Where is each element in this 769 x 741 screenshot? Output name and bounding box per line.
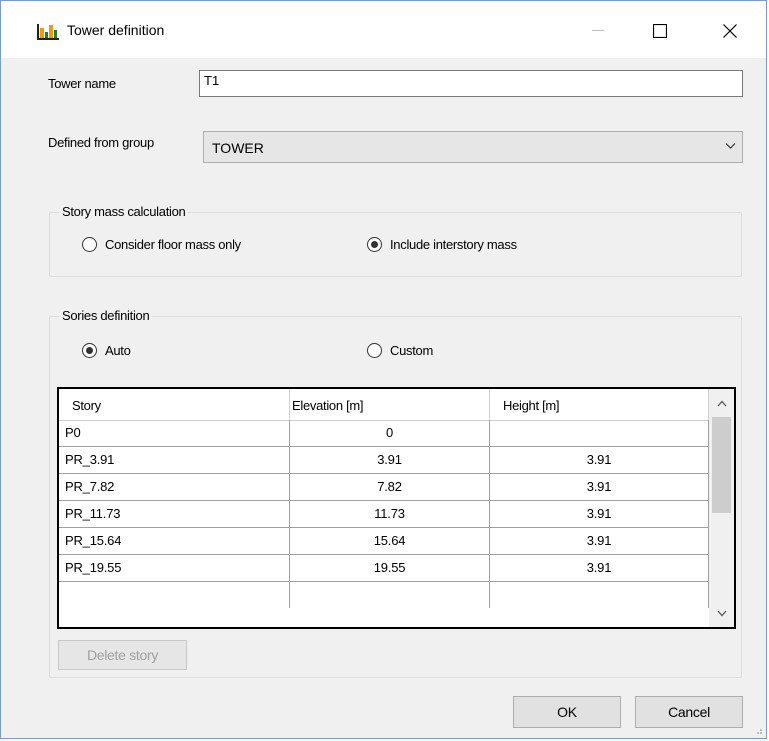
elevation-cell[interactable]: 3.91 bbox=[290, 447, 490, 473]
group-label: Defined from group bbox=[48, 135, 154, 150]
resize-grip-icon[interactable] bbox=[753, 725, 763, 735]
stories-definition-legend: Sories definition bbox=[59, 308, 153, 323]
story-cell[interactable]: P0 bbox=[59, 420, 290, 446]
column-header-height[interactable]: Height [m] bbox=[490, 389, 709, 420]
table-row[interactable]: PR_19.55 19.55 3.91 bbox=[59, 555, 709, 582]
chevron-down-icon bbox=[725, 143, 736, 149]
table-row-partial[interactable] bbox=[59, 582, 709, 608]
story-cell[interactable]: PR_19.55 bbox=[59, 555, 290, 581]
window-title: Tower definition bbox=[67, 22, 165, 38]
elevation-cell[interactable]: 15.64 bbox=[290, 528, 490, 554]
story-cell[interactable]: PR_7.82 bbox=[59, 474, 290, 500]
height-cell[interactable]: 3.91 bbox=[490, 474, 709, 500]
group-select[interactable]: TOWER bbox=[203, 131, 743, 163]
elevation-cell[interactable]: 7.82 bbox=[290, 474, 490, 500]
column-header-story[interactable]: Story bbox=[59, 389, 290, 420]
minimize-icon bbox=[592, 30, 604, 31]
column-header-elevation[interactable]: Elevation [m] bbox=[290, 389, 490, 420]
story-cell[interactable]: PR_15.64 bbox=[59, 528, 290, 554]
close-button[interactable] bbox=[707, 15, 753, 47]
scroll-up-button[interactable] bbox=[709, 389, 734, 417]
elevation-cell[interactable]: 0 bbox=[290, 420, 490, 446]
table-row[interactable]: PR_11.73 11.73 3.91 bbox=[59, 501, 709, 528]
custom-label[interactable]: Custom bbox=[390, 343, 433, 358]
height-cell[interactable]: 3.91 bbox=[490, 528, 709, 554]
minimize-button[interactable] bbox=[575, 15, 621, 47]
auto-radio[interactable] bbox=[82, 343, 97, 358]
scroll-down-button[interactable] bbox=[709, 599, 734, 627]
table-row[interactable]: PR_7.82 7.82 3.91 bbox=[59, 474, 709, 501]
scroll-thumb[interactable] bbox=[712, 417, 731, 513]
height-cell[interactable] bbox=[490, 582, 709, 608]
auto-label[interactable]: Auto bbox=[105, 343, 131, 358]
tower-name-input[interactable]: T1 bbox=[199, 70, 743, 97]
height-cell[interactable]: 3.91 bbox=[490, 501, 709, 527]
height-cell[interactable]: 3.91 bbox=[490, 555, 709, 581]
chevron-up-icon bbox=[717, 400, 726, 406]
table-row[interactable]: P0 0 bbox=[59, 420, 709, 447]
tower-definition-dialog: Tower definition Tower name T1 Defined f… bbox=[0, 0, 767, 739]
tower-chart-icon bbox=[37, 22, 59, 40]
chevron-down-icon bbox=[717, 610, 726, 616]
table-vertical-scrollbar[interactable] bbox=[709, 389, 734, 627]
table-row[interactable]: PR_3.91 3.91 3.91 bbox=[59, 447, 709, 474]
elevation-cell[interactable]: 19.55 bbox=[290, 555, 490, 581]
elevation-cell[interactable]: 11.73 bbox=[290, 501, 490, 527]
close-icon bbox=[723, 24, 737, 38]
tower-name-value: T1 bbox=[204, 73, 220, 88]
include-interstory-mass-radio[interactable] bbox=[367, 237, 382, 252]
story-cell[interactable]: PR_11.73 bbox=[59, 501, 290, 527]
height-cell[interactable] bbox=[490, 420, 709, 446]
story-cell[interactable]: PR_3.91 bbox=[59, 447, 290, 473]
cancel-button[interactable]: Cancel bbox=[635, 696, 743, 728]
table-row[interactable]: PR_15.64 15.64 3.91 bbox=[59, 528, 709, 555]
story-mass-calculation-legend: Story mass calculation bbox=[59, 204, 189, 219]
ok-button[interactable]: OK bbox=[513, 696, 621, 728]
height-cell[interactable]: 3.91 bbox=[490, 447, 709, 473]
custom-radio[interactable] bbox=[367, 343, 382, 358]
consider-floor-mass-radio[interactable] bbox=[82, 237, 97, 252]
radio-selected-dot bbox=[371, 241, 378, 248]
tower-name-label: Tower name bbox=[48, 76, 116, 91]
delete-story-button[interactable]: Delete story bbox=[58, 640, 187, 670]
radio-selected-dot bbox=[86, 347, 93, 354]
story-cell[interactable] bbox=[59, 582, 290, 608]
table-header-row: Story Elevation [m] Height [m] bbox=[59, 389, 709, 421]
elevation-cell[interactable] bbox=[290, 582, 490, 608]
stories-table[interactable]: Story Elevation [m] Height [m] P0 0 PR_3… bbox=[57, 387, 736, 629]
title-bar[interactable]: Tower definition bbox=[1, 1, 766, 58]
maximize-icon bbox=[653, 24, 667, 38]
consider-floor-mass-label[interactable]: Consider floor mass only bbox=[105, 237, 241, 252]
maximize-button[interactable] bbox=[637, 15, 683, 47]
include-interstory-mass-label[interactable]: Include interstory mass bbox=[390, 237, 517, 252]
group-selected-value: TOWER bbox=[212, 140, 264, 156]
